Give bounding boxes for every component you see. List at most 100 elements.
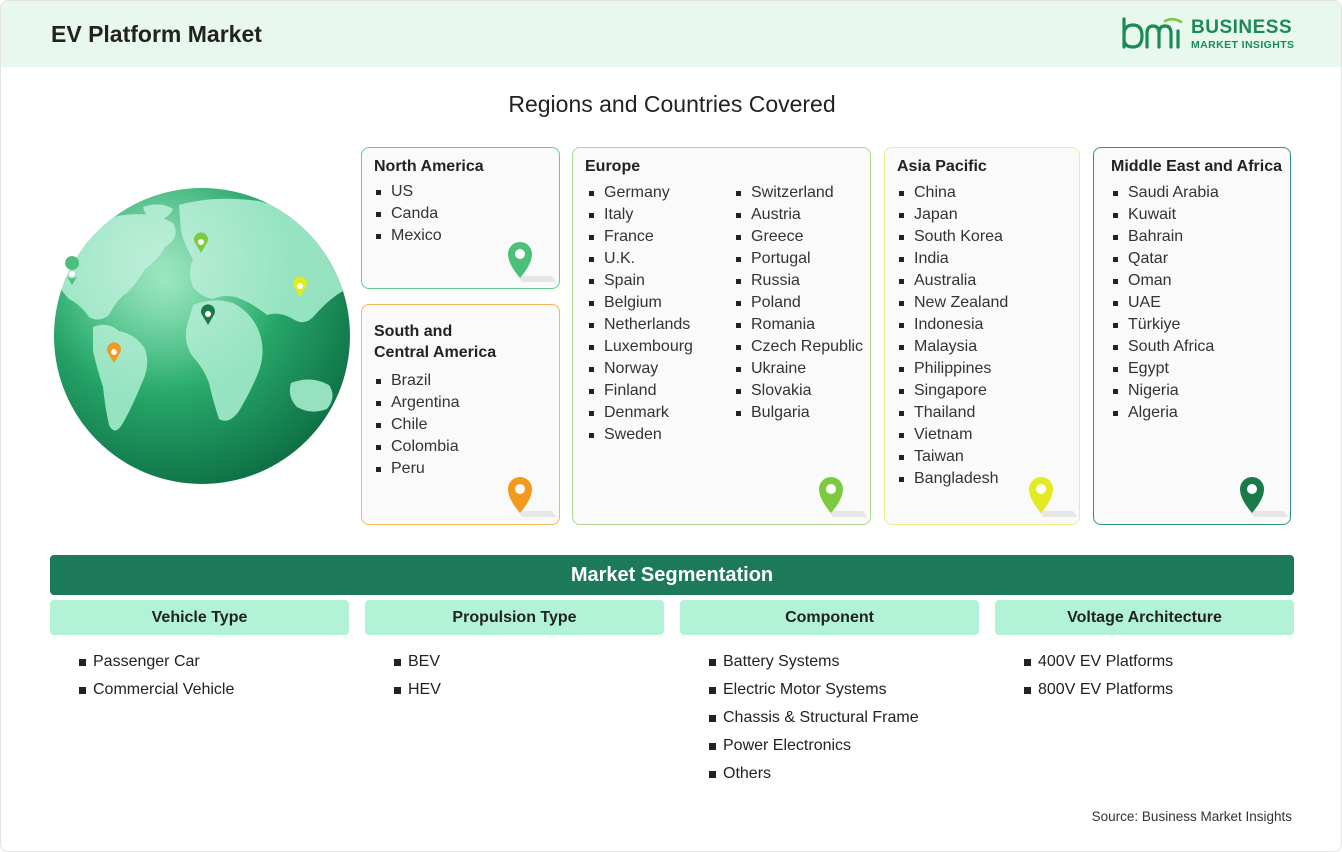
list-item: Nigeria [1111,380,1219,402]
list-item: Chile [374,414,460,436]
list-item: Power Electronics [709,735,919,763]
segment-list-propulsion-type: BEV HEV [394,651,441,707]
region-title: Asia Pacific [897,158,987,175]
list-item: UAE [1111,292,1219,314]
country-list-col1: Germany Italy France U.K. Spain Belgium … [587,182,693,446]
list-item: Spain [587,270,693,292]
list-item: Slovakia [734,380,863,402]
list-item: Peru [374,458,460,480]
list-item: New Zealand [897,292,1008,314]
header-bar: EV Platform Market BUSINESS MARKET INSIG… [1,1,1341,67]
segment-list-voltage-architecture: 400V EV Platforms 800V EV Platforms [1024,651,1173,707]
list-item: Finland [587,380,693,402]
list-item: Brazil [374,370,460,392]
country-list: China Japan South Korea India Australia … [897,182,1008,490]
region-title: Middle East and Africa [1111,158,1282,175]
list-item: Argentina [374,392,460,414]
list-item: Kuwait [1111,204,1219,226]
list-item: Denmark [587,402,693,424]
list-item: Chassis & Structural Frame [709,707,919,735]
list-item: Malaysia [897,336,1008,358]
list-item: Ukraine [734,358,863,380]
list-item: South Africa [1111,336,1219,358]
list-item: Japan [897,204,1008,226]
country-list: Brazil Argentina Chile Colombia Peru [374,370,460,480]
region-card-europe: Europe Germany Italy France U.K. Spain B… [572,147,871,525]
region-card-south-central-america: South and Central America Brazil Argenti… [361,304,560,525]
list-item: Colombia [374,436,460,458]
list-item: 400V EV Platforms [1024,651,1173,679]
segment-heading-voltage-architecture: Voltage Architecture [995,600,1294,635]
logo-text-business: BUSINESS [1191,17,1293,38]
list-item: Sweden [587,424,693,446]
list-item: BEV [394,651,441,679]
infographic-frame: EV Platform Market BUSINESS MARKET INSIG… [0,0,1342,852]
list-item: Mexico [374,225,442,247]
segment-heading-component: Component [680,600,979,635]
list-item: Italy [587,204,693,226]
list-item: Bulgaria [734,402,863,424]
bmi-logo: BUSINESS MARKET INSIGHTS [1121,17,1296,53]
list-item: Belgium [587,292,693,314]
list-item: HEV [394,679,441,707]
list-item: Vietnam [897,424,1008,446]
list-item: Qatar [1111,248,1219,270]
list-item: Luxembourg [587,336,693,358]
list-item: Portugal [734,248,863,270]
map-pin-icon [1240,477,1288,517]
list-item: 800V EV Platforms [1024,679,1173,707]
segment-heading-vehicle-type: Vehicle Type [50,600,349,635]
list-item: Indonesia [897,314,1008,336]
map-pin-icon [819,477,867,517]
list-item: Commercial Vehicle [79,679,234,707]
map-pin-icon [1029,477,1077,517]
list-item: Electric Motor Systems [709,679,919,707]
list-item: China [897,182,1008,204]
list-item: Egypt [1111,358,1219,380]
map-pin-icon [508,477,556,517]
region-title: North America [374,158,484,175]
list-item: Saudi Arabia [1111,182,1219,204]
country-list-col2: Switzerland Austria Greece Portugal Russ… [734,182,863,424]
regions-title: Regions and Countries Covered [508,91,836,117]
list-item: Bangladesh [897,468,1008,490]
list-item: Passenger Car [79,651,234,679]
list-item: Australia [897,270,1008,292]
segment-heading-propulsion-type: Propulsion Type [365,600,664,635]
list-item: Russia [734,270,863,292]
list-item: Germany [587,182,693,204]
region-title: South and Central America [374,321,496,363]
region-card-middle-east-africa: Middle East and Africa Saudi Arabia Kuwa… [1093,147,1291,525]
list-item: U.K. [587,248,693,270]
map-pin-icon [508,242,556,282]
list-item: India [897,248,1008,270]
list-item: Romania [734,314,863,336]
list-item: South Korea [897,226,1008,248]
region-card-asia-pacific: Asia Pacific China Japan South Korea Ind… [884,147,1080,525]
list-item: Czech Republic [734,336,863,358]
list-item: Taiwan [897,446,1008,468]
logo-text-market-insights: MARKET INSIGHTS [1191,39,1295,51]
list-item: Bahrain [1111,226,1219,248]
list-item: Türkiye [1111,314,1219,336]
list-item: Norway [587,358,693,380]
list-item: Singapore [897,380,1008,402]
list-item: Austria [734,204,863,226]
segmentation-header: Market Segmentation [50,555,1294,595]
list-item: Netherlands [587,314,693,336]
list-item: Canda [374,203,442,225]
segment-list-vehicle-type: Passenger Car Commercial Vehicle [79,651,234,707]
list-item: Oman [1111,270,1219,292]
region-title-line1: South and [374,323,453,340]
bmi-logo-icon [1122,17,1183,49]
list-item: Algeria [1111,402,1219,424]
region-title-line2: Central America [374,344,497,361]
list-item: Poland [734,292,863,314]
globe-icon [54,188,350,484]
list-item: US [374,181,442,203]
segment-list-component: Battery Systems Electric Motor Systems C… [709,651,919,791]
list-item: Battery Systems [709,651,919,679]
list-item: France [587,226,693,248]
list-item: Philippines [897,358,1008,380]
page-title: EV Platform Market [51,21,262,47]
